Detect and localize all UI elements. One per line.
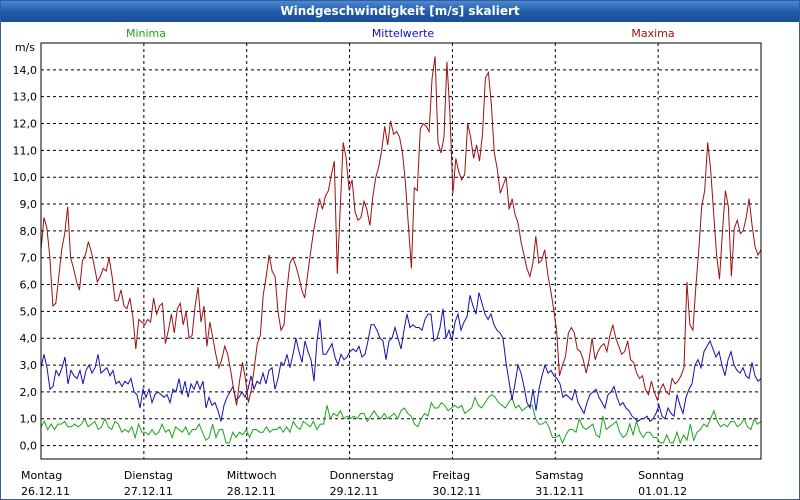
y-tick-label: 8,0 xyxy=(20,225,38,238)
chart-window: Windgeschwindigkeit [m/s] skaliert 0,0 1,… xyxy=(0,0,800,500)
x-tick-labels: Montag 26.12.11 Dienstag 27.12.11 Mittwoch 28… xyxy=(21,469,687,498)
legend-entry: Maxima xyxy=(631,27,674,40)
y-axis-label: m/s xyxy=(15,41,35,54)
x-date-label: 30.12.11 xyxy=(432,485,481,498)
line-chart: 0,0 1,0 2,0 3,0 4,0 5,0 6,0 7,0 8,0 9,0 10,0 11,0 12… xyxy=(13,27,762,498)
y-tick-label: 5,0 xyxy=(20,305,38,318)
legend-entry: Minima xyxy=(126,27,166,40)
y-tick-label: 3,0 xyxy=(20,359,38,372)
x-day-label: Donnerstag xyxy=(330,469,394,482)
y-tick-labels: 0,0 1,0 2,0 3,0 4,0 5,0 6,0 7,0 8,0 9,0 10,0 11,0 12… xyxy=(13,64,38,453)
y-tick-label: 10,0 xyxy=(13,171,38,184)
y-tick-label: 12,0 xyxy=(13,118,38,131)
y-tick-label: 0,0 xyxy=(20,440,38,453)
x-date-label: 29.12.11 xyxy=(330,485,379,498)
x-date-label: 01.01.12 xyxy=(638,485,687,498)
x-date-label: 26.12.11 xyxy=(21,485,70,498)
x-day-label: Sonntag xyxy=(638,469,684,482)
plot-area xyxy=(41,43,761,459)
x-day-label: Mittwoch xyxy=(227,469,277,482)
y-tick-label: 4,0 xyxy=(20,332,38,345)
x-date-label: 28.12.11 xyxy=(227,485,276,498)
y-tick-label: 11,0 xyxy=(13,144,38,157)
y-tick-label: 1,0 xyxy=(20,413,38,426)
x-day-label: Freitag xyxy=(432,469,470,482)
x-date-label: 27.12.11 xyxy=(124,485,173,498)
legend: Minima Mittelwerte Maxima xyxy=(126,27,675,40)
y-tick-label: 13,0 xyxy=(13,91,38,104)
window-title: Windgeschwindigkeit [m/s] skaliert xyxy=(1,1,799,22)
y-tick-label: 7,0 xyxy=(20,252,38,265)
y-tick-label: 14,0 xyxy=(13,64,38,77)
x-day-label: Dienstag xyxy=(124,469,173,482)
legend-entry: Mittelwerte xyxy=(372,27,435,40)
x-date-label: 31.12.11 xyxy=(535,485,584,498)
x-day-label: Samstag xyxy=(535,469,583,482)
y-tick-label: 6,0 xyxy=(20,279,38,292)
x-day-label: Montag xyxy=(21,469,62,482)
y-tick-label: 9,0 xyxy=(20,198,38,211)
y-tick-label: 2,0 xyxy=(20,386,38,399)
